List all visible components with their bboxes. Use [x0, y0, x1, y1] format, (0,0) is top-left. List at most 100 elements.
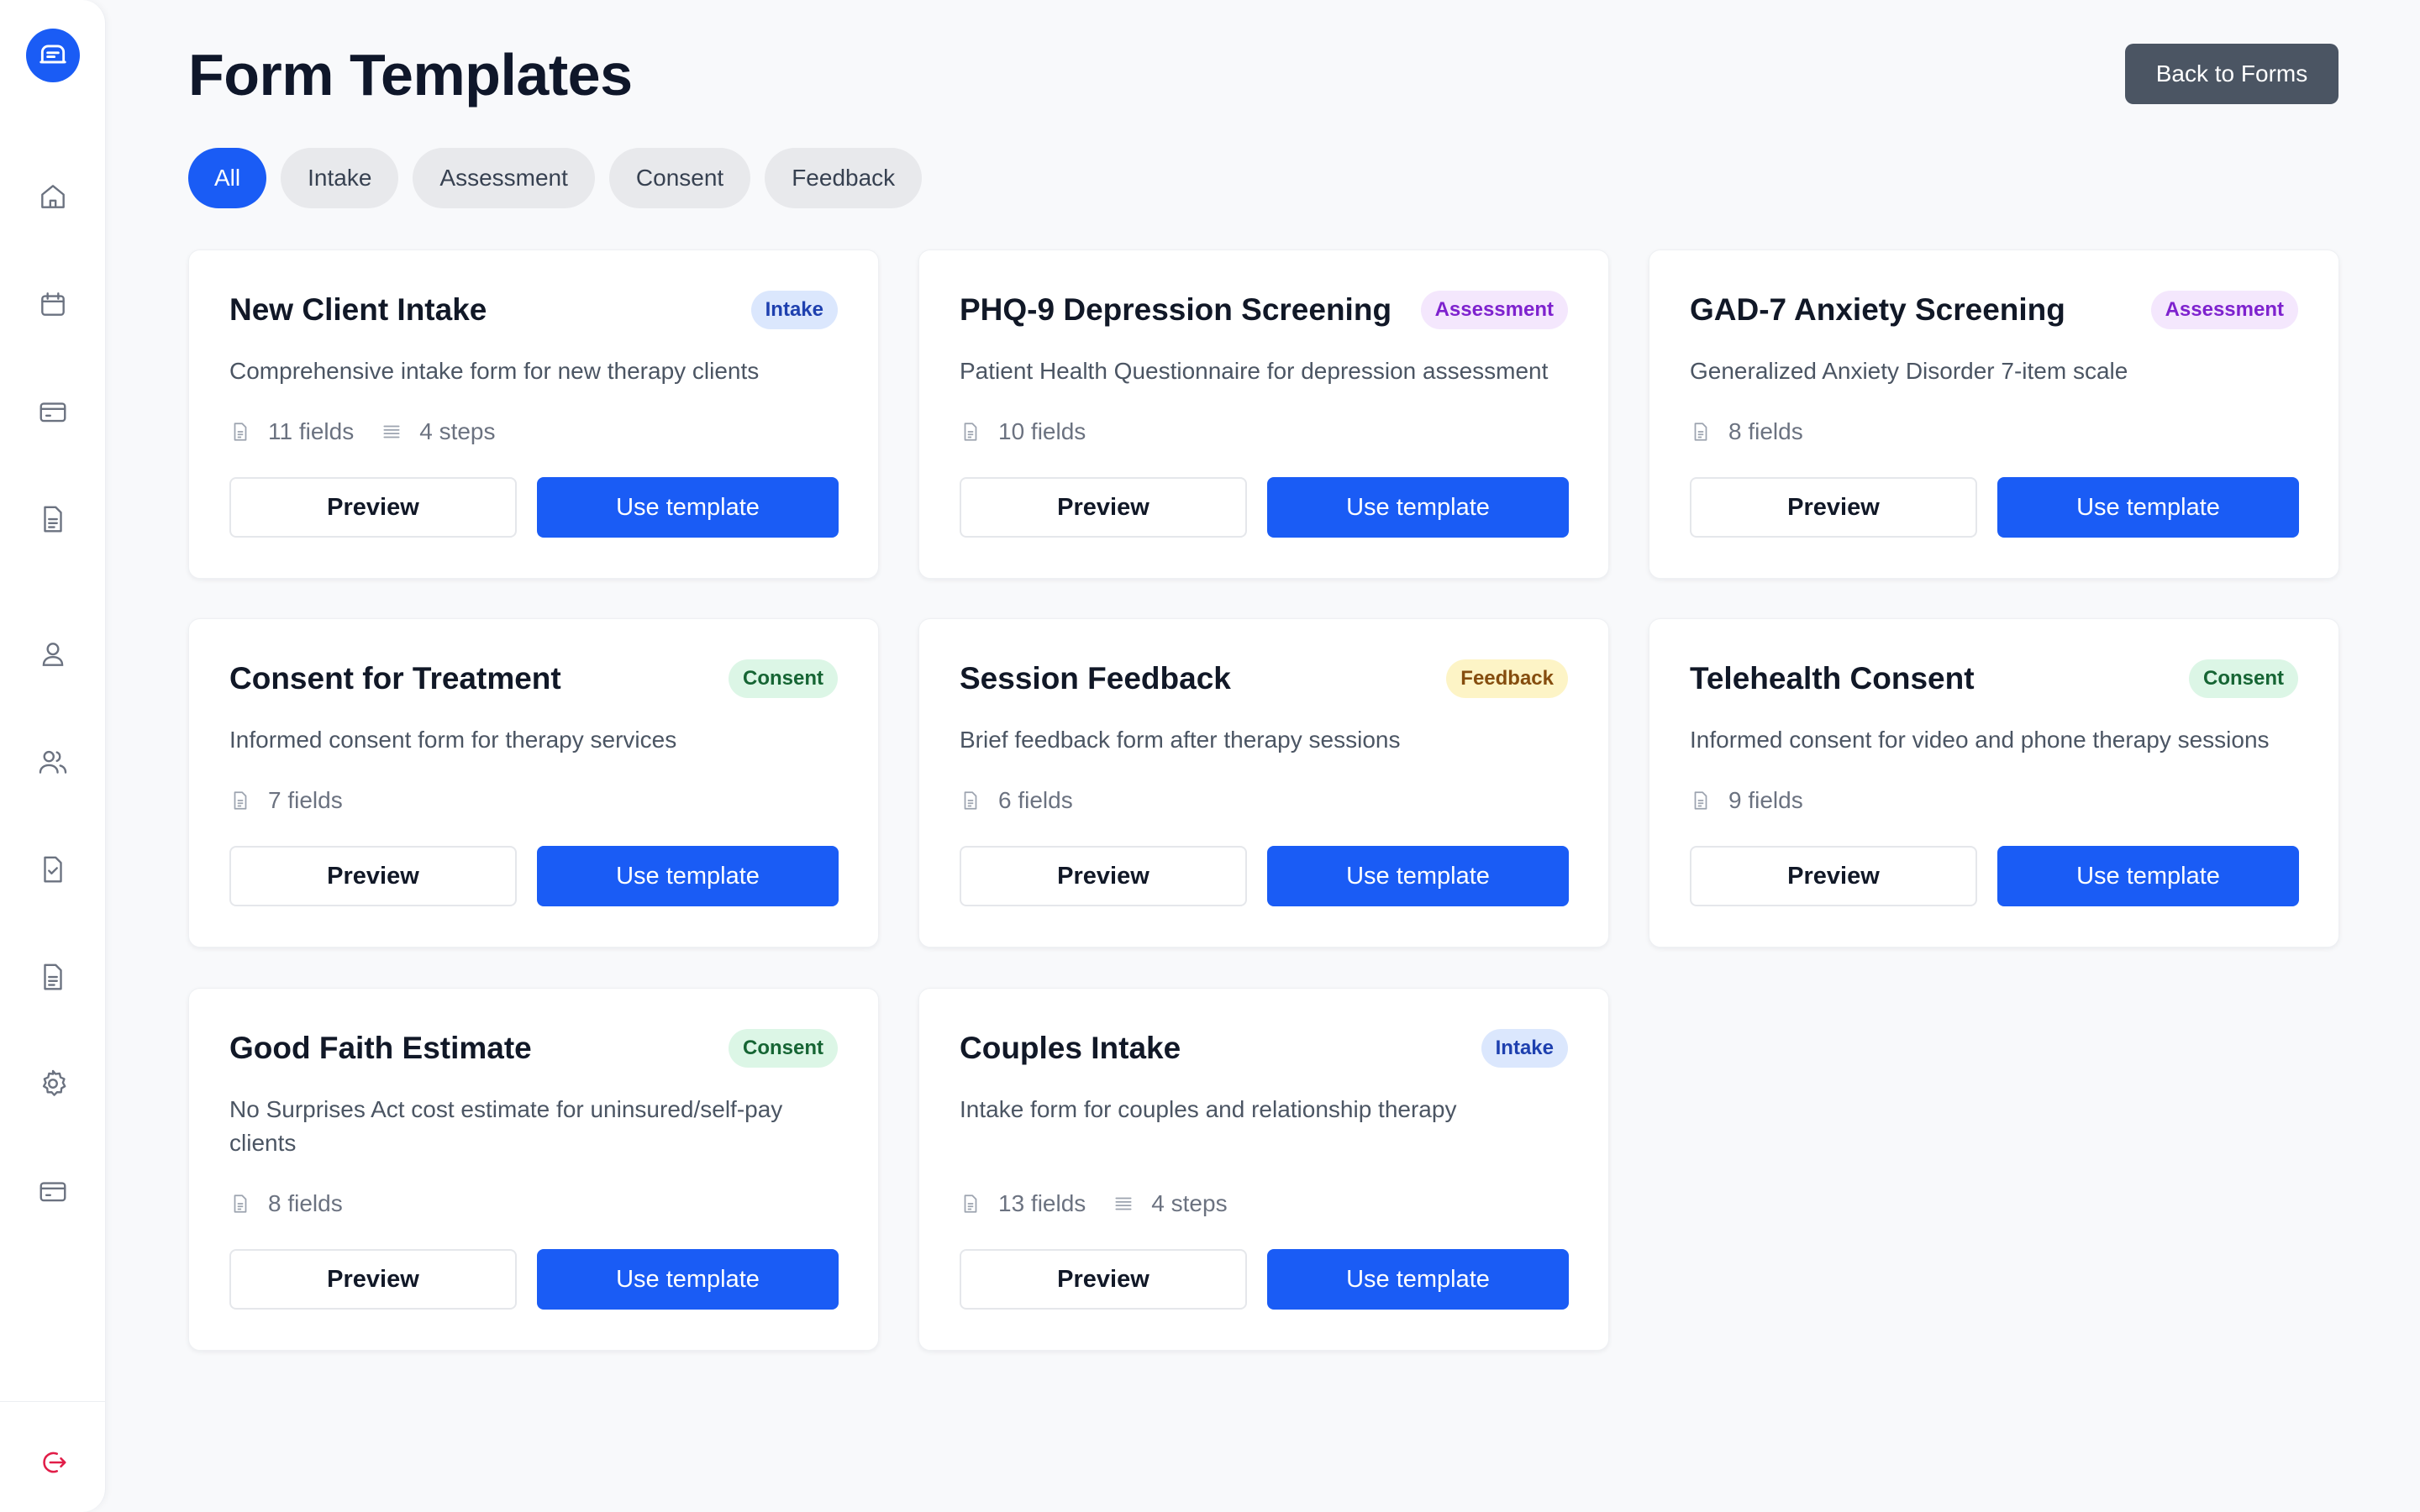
template-meta: 6 fields	[960, 787, 1100, 814]
category-badge: Assessment	[2150, 291, 2298, 329]
fields-count: 9 fields	[1728, 787, 1803, 813]
filter-tab-all[interactable]: All	[188, 148, 267, 208]
template-card-phq9: PHQ-9 Depression Screening Assessment Pa…	[918, 249, 1609, 579]
nav-forms[interactable]	[35, 852, 71, 887]
fields-count: 6 fields	[998, 787, 1073, 813]
nav-settings[interactable]	[35, 1066, 71, 1101]
fields-count: 13 fields	[998, 1190, 1086, 1216]
preview-button[interactable]: Preview	[229, 1249, 517, 1310]
template-card-couples-intake: Couples Intake Intake Intake form for co…	[918, 988, 1609, 1351]
use-template-button[interactable]: Use template	[537, 846, 839, 906]
template-title: Couples Intake	[960, 1031, 1181, 1065]
filter-tab-feedback[interactable]: Feedback	[765, 148, 923, 208]
nav-payments[interactable]	[35, 394, 71, 429]
template-card-session-feedback: Session Feedback Feedback Brief feedback…	[918, 618, 1609, 948]
filter-tab-intake[interactable]: Intake	[281, 148, 399, 208]
nav-home[interactable]	[35, 179, 71, 214]
use-template-button[interactable]: Use template	[1267, 1249, 1569, 1310]
template-title: Good Faith Estimate	[229, 1031, 532, 1065]
use-template-button[interactable]: Use template	[1997, 846, 2299, 906]
category-badge: Consent	[729, 1029, 838, 1068]
category-badge: Feedback	[1446, 659, 1568, 698]
template-description: Generalized Anxiety Disorder 7-item scal…	[1690, 358, 2128, 384]
nav-documents[interactable]	[35, 501, 71, 537]
use-template-button[interactable]: Use template	[537, 477, 839, 538]
file-icon	[234, 1194, 247, 1213]
category-badge: Intake	[1481, 1029, 1568, 1068]
user-icon	[42, 643, 64, 666]
template-description: Comprehensive intake form for new therap…	[229, 358, 760, 384]
sidebar	[0, 0, 106, 1512]
template-description: Informed consent form for therapy servic…	[229, 727, 677, 753]
billing-icon	[39, 1182, 66, 1202]
filter-tab-consent[interactable]: Consent	[608, 148, 751, 208]
template-description: Brief feedback form after therapy sessio…	[960, 727, 1401, 753]
template-meta: 13 fields 4 steps	[960, 1190, 1255, 1217]
preview-button[interactable]: Preview	[960, 477, 1247, 538]
template-title: New Client Intake	[229, 292, 487, 327]
template-card-consent-for-treatment: Consent for Treatment Consent Informed c…	[188, 618, 879, 948]
fields-count: 8 fields	[268, 1190, 343, 1216]
clipboard-check-icon	[44, 856, 62, 883]
preview-button[interactable]: Preview	[960, 1249, 1247, 1310]
preview-button[interactable]: Preview	[960, 846, 1247, 906]
file-icon	[1694, 791, 1707, 810]
template-card-gad7: GAD-7 Anxiety Screening Assessment Gener…	[1649, 249, 2339, 579]
template-meta: 9 fields	[1690, 787, 1830, 814]
fields-count: 11 fields	[268, 418, 355, 444]
document-icon	[44, 506, 62, 533]
nav-profile[interactable]	[35, 637, 71, 672]
template-title: Telehealth Consent	[1690, 661, 1975, 696]
back-to-forms-button[interactable]: Back to Forms	[2125, 44, 2338, 104]
template-card-good-faith-estimate: Good Faith Estimate Consent No Surprises…	[188, 988, 879, 1351]
gear-icon	[42, 1069, 66, 1096]
fields-count: 8 fields	[1728, 418, 1803, 444]
app-logo[interactable]	[26, 29, 80, 82]
file-icon	[964, 1194, 977, 1213]
nav-billing[interactable]	[35, 1173, 71, 1209]
category-badge: Assessment	[1420, 291, 1568, 329]
category-badge: Intake	[750, 291, 838, 329]
users-icon	[39, 750, 67, 774]
file-icon	[964, 423, 977, 441]
nav-calendar[interactable]	[35, 286, 71, 322]
category-filter-tabs: All Intake Assessment Consent Feedback	[188, 148, 923, 208]
home-icon	[41, 185, 65, 208]
preview-button[interactable]: Preview	[229, 846, 517, 906]
file-text-icon	[44, 963, 62, 990]
filter-tab-assessment[interactable]: Assessment	[413, 148, 595, 208]
template-meta: 10 fields	[960, 418, 1113, 445]
logout-button[interactable]	[35, 1445, 71, 1480]
steps-count: 4 steps	[1151, 1190, 1228, 1216]
file-icon	[1694, 423, 1707, 441]
template-description: Informed consent for video and phone the…	[1690, 727, 2270, 753]
logo-icon	[39, 45, 66, 64]
use-template-button[interactable]: Use template	[537, 1249, 839, 1310]
page-title: Form Templates	[188, 42, 633, 108]
file-icon	[234, 791, 247, 810]
template-meta: 7 fields	[229, 787, 370, 814]
nav-clients[interactable]	[35, 744, 71, 780]
template-meta: 11 fields 4 steps	[229, 418, 523, 445]
template-title: GAD-7 Anxiety Screening	[1690, 292, 2065, 327]
preview-button[interactable]: Preview	[1690, 477, 1977, 538]
use-template-button[interactable]: Use template	[1267, 477, 1569, 538]
template-meta: 8 fields	[1690, 418, 1830, 445]
steps-icon	[383, 425, 400, 438]
category-badge: Consent	[729, 659, 838, 698]
template-description: Patient Health Questionnaire for depress…	[960, 358, 1549, 384]
file-icon	[234, 423, 247, 441]
fields-count: 7 fields	[268, 787, 343, 813]
template-description: No Surprises Act cost estimate for unins…	[229, 1096, 783, 1156]
use-template-button[interactable]: Use template	[1267, 846, 1569, 906]
steps-icon	[1115, 1197, 1132, 1210]
use-template-button[interactable]: Use template	[1997, 477, 2299, 538]
category-badge: Consent	[2189, 659, 2298, 698]
template-description: Intake form for couples and relationship…	[960, 1096, 1457, 1122]
preview-button[interactable]: Preview	[229, 477, 517, 538]
steps-count: 4 steps	[419, 418, 496, 444]
preview-button[interactable]: Preview	[1690, 846, 1977, 906]
sidebar-divider	[0, 1401, 105, 1402]
template-card-telehealth-consent: Telehealth Consent Consent Informed cons…	[1649, 618, 2339, 948]
nav-notes[interactable]	[35, 959, 71, 995]
